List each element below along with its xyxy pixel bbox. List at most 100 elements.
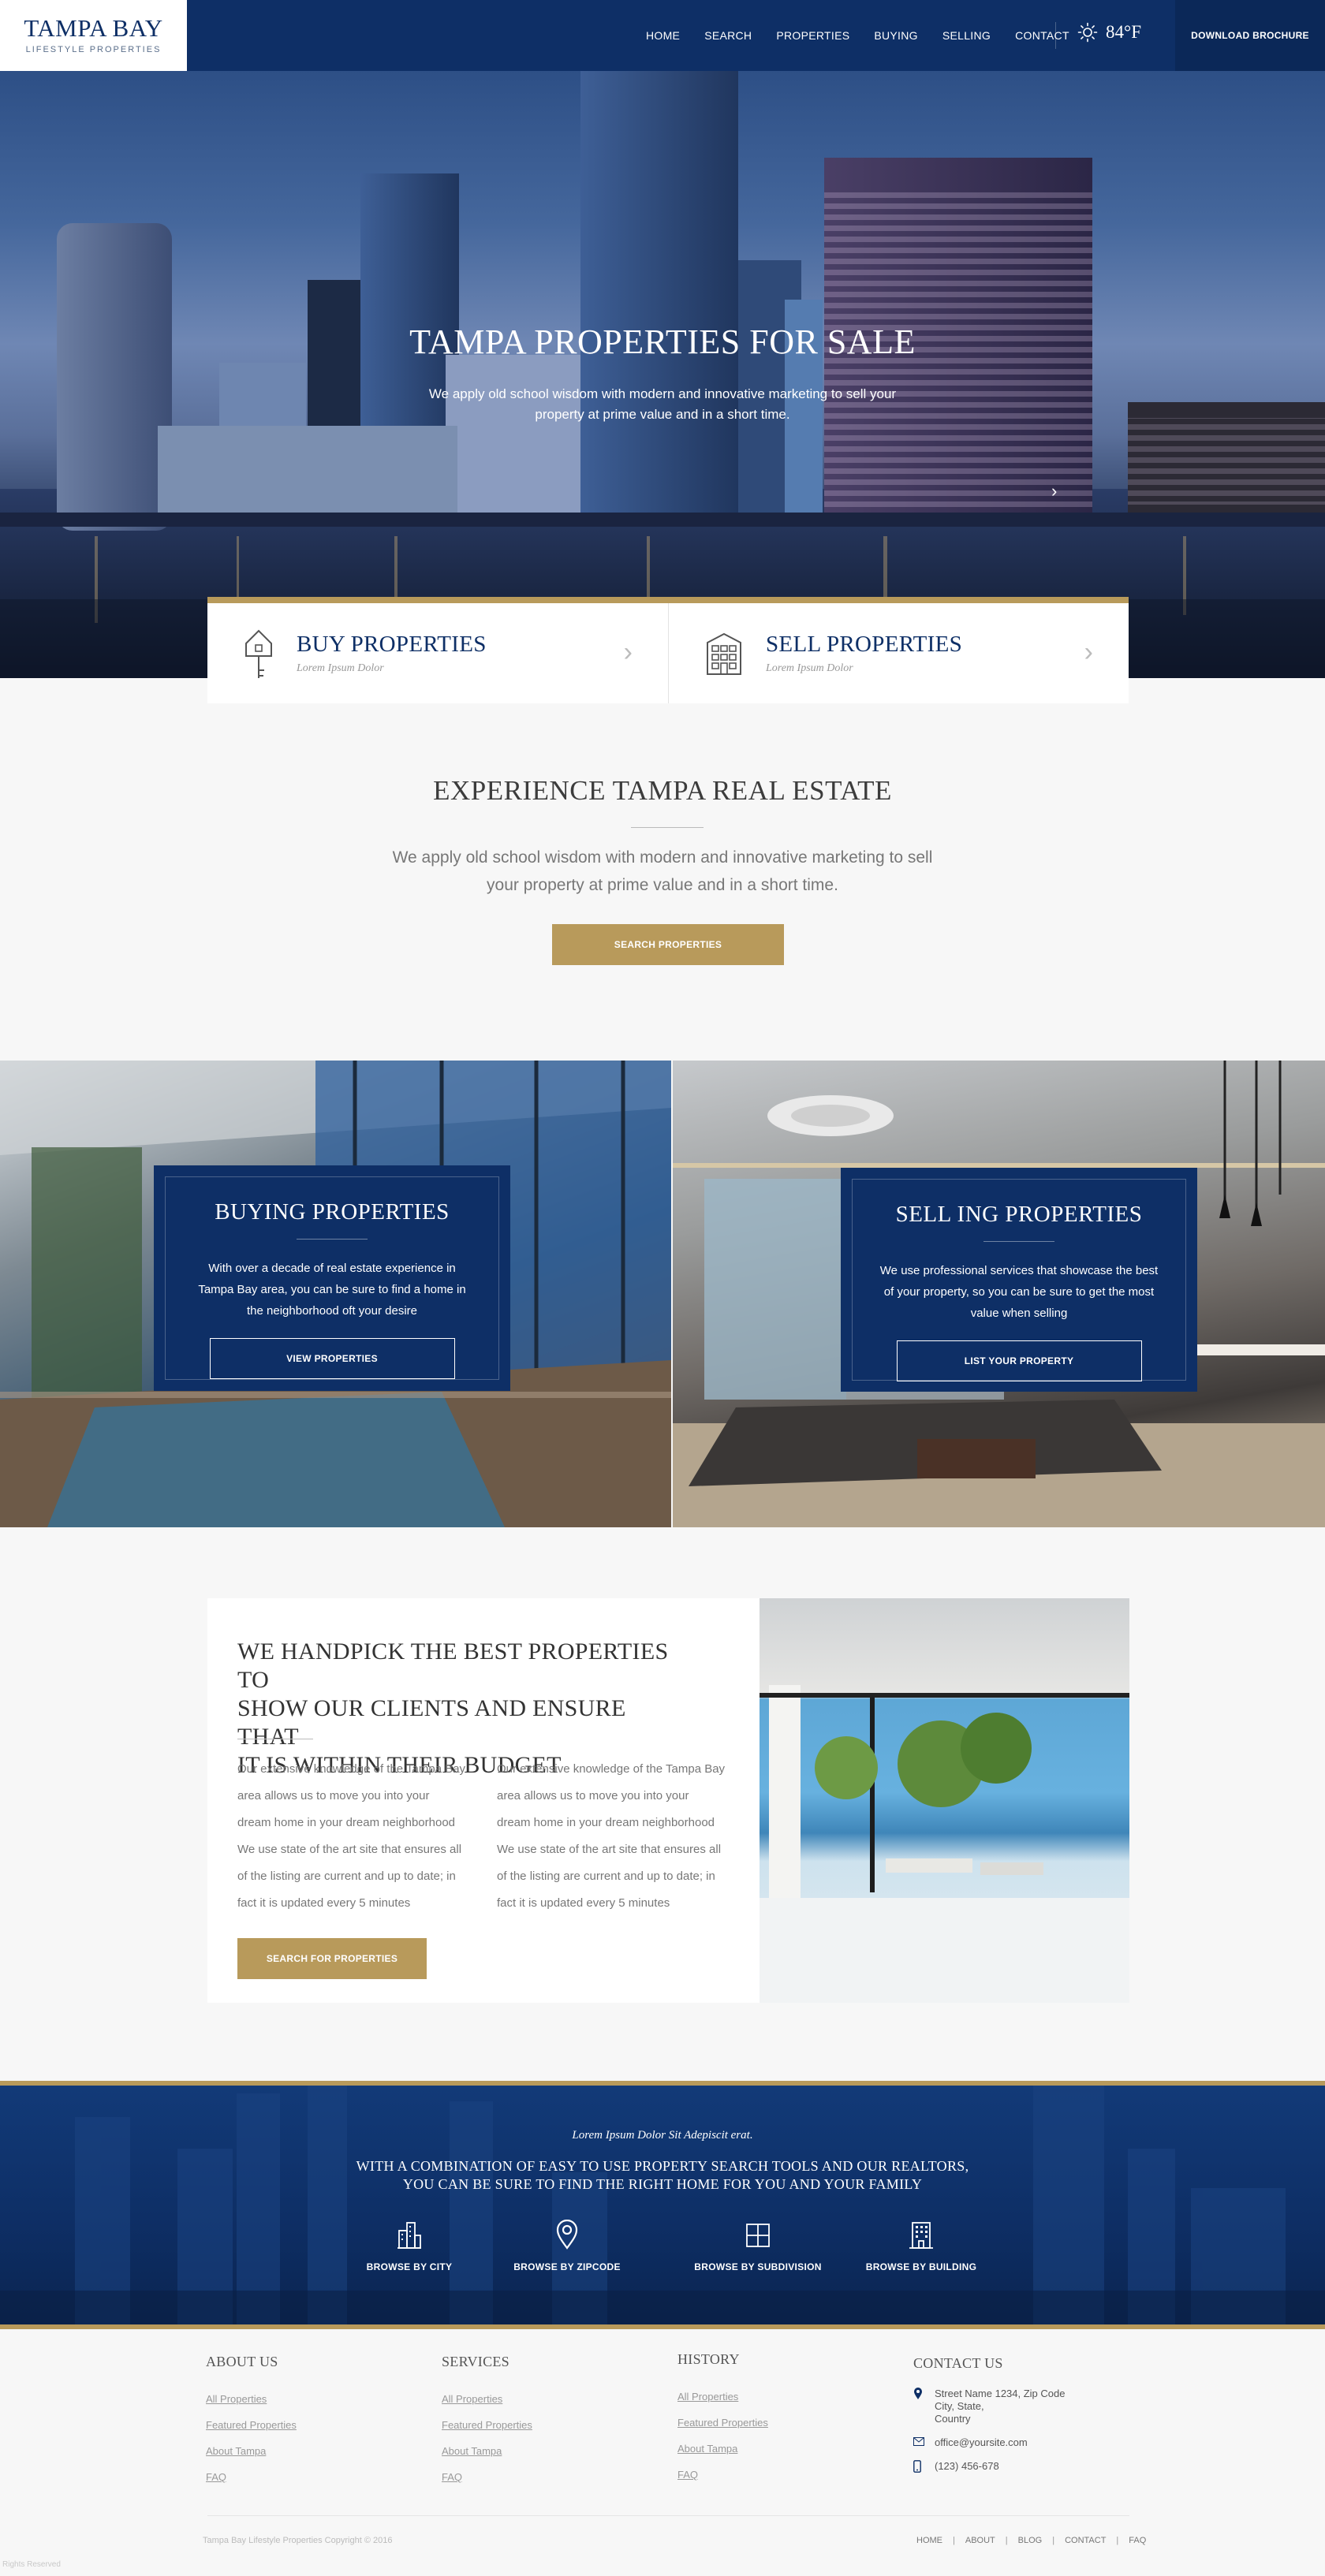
- nav-home[interactable]: HOME: [646, 29, 680, 42]
- band-title-line: YOU CAN BE SURE TO FIND THE RIGHT HOME F…: [402, 2176, 923, 2192]
- phone-icon: [913, 2460, 935, 2476]
- view-properties-button[interactable]: VIEW PROPERTIES: [209, 1338, 455, 1379]
- footer-history-heading: HISTORY: [677, 2351, 740, 2367]
- footer-link[interactable]: Featured Properties: [442, 2412, 532, 2438]
- copyright-text: Tampa Bay Lifestyle Properties Copyright…: [203, 2536, 393, 2545]
- footer-link[interactable]: Featured Properties: [677, 2410, 768, 2436]
- sell-properties-card[interactable]: SELL PROPERTIES Lorem Ipsum Dolor ›: [668, 603, 1129, 703]
- address-line: Street Name 1234, Zip Code: [935, 2388, 1066, 2399]
- selling-card-title: SELL ING PROPERTIES: [895, 1202, 1143, 1227]
- hero-skyline-image: [0, 71, 1325, 678]
- footer-link[interactable]: About Tampa: [677, 2436, 768, 2462]
- buying-card-title: BUYING PROPERTIES: [215, 1199, 450, 1225]
- handpick-paragraph: We use state of the art site that ensure…: [237, 1843, 462, 1910]
- browse-by-subdivision-button[interactable]: BROWSE BY SUBDIVISION: [679, 2220, 837, 2272]
- footer-nav-contact[interactable]: CONTACT: [1065, 2536, 1106, 2545]
- footer-services-heading: SERVICES: [442, 2354, 509, 2369]
- footer-link[interactable]: FAQ: [442, 2464, 532, 2490]
- slider-next-icon[interactable]: ›: [1051, 481, 1057, 501]
- footer-link[interactable]: About Tampa: [442, 2438, 532, 2464]
- nav-separator: |: [953, 2536, 955, 2545]
- selling-card: SELL ING PROPERTIES We use professional …: [841, 1168, 1197, 1392]
- footer-link[interactable]: About Tampa: [206, 2438, 297, 2464]
- footer-contact-column: CONTACT US Street Name 1234, Zip Code Ci…: [913, 2355, 1065, 2487]
- building-icon: [707, 632, 741, 675]
- buy-sell-strip: BUY PROPERTIES Lorem Ipsum Dolor › SELL …: [207, 597, 1129, 703]
- site-logo[interactable]: TAMPA BAY LIFESTYLE PROPERTIES: [0, 0, 187, 71]
- building-icon: [909, 2222, 933, 2249]
- ocean-view-image: [760, 1598, 1129, 2003]
- download-brochure-button[interactable]: DOWNLOAD BROCHURE: [1175, 0, 1325, 71]
- map-pin-icon: [556, 2219, 578, 2250]
- footer-divider: [207, 2515, 1129, 2516]
- card-divider: [297, 1239, 368, 1240]
- search-properties-button[interactable]: SEARCH PROPERTIES: [552, 924, 784, 965]
- browse-by-city-button[interactable]: BROWSE BY CITY: [330, 2220, 488, 2272]
- handpick-title-line: SHOW OUR CLIENTS AND ENSURE THAT: [237, 1695, 626, 1750]
- hero-banner: TAMPA PROPERTIES FOR SALE We apply old s…: [0, 71, 1325, 678]
- band-title-line: WITH A COMBINATION OF EASY TO USE PROPER…: [356, 2158, 969, 2174]
- nav-contact[interactable]: CONTACT: [1015, 29, 1069, 42]
- band-tagline: Lorem Ipsum Dolor Sit Adepiscit erat.: [572, 2129, 753, 2142]
- nav-separator: |: [1052, 2536, 1055, 2545]
- list-your-property-button[interactable]: LIST YOUR PROPERTY: [896, 1340, 1142, 1381]
- footer-link[interactable]: FAQ: [206, 2464, 297, 2490]
- buy-sell-panels: BUYING PROPERTIES With over a decade of …: [0, 1061, 1325, 1527]
- site-header: TAMPA BAY LIFESTYLE PROPERTIES HOME SEAR…: [0, 0, 1325, 71]
- footer-contact-heading: CONTACT US: [913, 2355, 1003, 2371]
- search-for-properties-button[interactable]: SEARCH FOR PROPERTIES: [237, 1938, 427, 1979]
- phone-number[interactable]: (123) 456-678: [935, 2460, 999, 2473]
- card-divider: [983, 1241, 1054, 1242]
- contact-phone: (123) 456-678: [913, 2460, 1065, 2476]
- footer-nav-faq[interactable]: FAQ: [1129, 2536, 1146, 2545]
- browse-by-building-button[interactable]: BROWSE BY BUILDING: [842, 2220, 1000, 2272]
- nav-selling[interactable]: SELLING: [942, 29, 991, 42]
- sun-icon: [1077, 22, 1098, 43]
- email-link[interactable]: office@yoursite.com: [935, 2436, 1028, 2449]
- footer-nav-home[interactable]: HOME: [916, 2536, 942, 2545]
- chevron-right-icon: ›: [1084, 637, 1093, 667]
- browse-by-building-label: BROWSE BY BUILDING: [865, 2261, 977, 2272]
- footer-link[interactable]: All Properties: [677, 2384, 768, 2410]
- handpick-column-2: Our extensive knowledge of the Tampa Bay…: [497, 1756, 726, 1917]
- browse-by-zipcode-button[interactable]: BROWSE BY ZIPCODE: [488, 2219, 646, 2272]
- buy-properties-card[interactable]: BUY PROPERTIES Lorem Ipsum Dolor ›: [207, 603, 668, 703]
- handpick-column-1: Our extensive knowledge of the Tampa Bay…: [237, 1756, 466, 1917]
- weather-widget: 84°F: [1077, 22, 1141, 43]
- grid-icon: [746, 2224, 770, 2247]
- experience-title: EXPERIENCE TAMPA REAL ESTATE: [433, 775, 892, 806]
- browse-band: Lorem Ipsum Dolor Sit Adepiscit erat. WI…: [0, 2081, 1325, 2329]
- footer-link[interactable]: All Properties: [442, 2386, 532, 2412]
- nav-properties[interactable]: PROPERTIES: [776, 29, 849, 42]
- footer-nav-blog[interactable]: BLOG: [1018, 2536, 1043, 2545]
- handpick-paragraph: We use state of the art site that ensure…: [497, 1843, 722, 1910]
- footer-about-column: ABOUT US All Properties Featured Propert…: [206, 2354, 297, 2490]
- logo-title: TAMPA BAY: [24, 14, 163, 42]
- main-nav: HOME SEARCH PROPERTIES BUYING SELLING CO…: [646, 0, 1094, 71]
- hero-title: TAMPA PROPERTIES FOR SALE: [409, 322, 916, 361]
- footer-link[interactable]: FAQ: [677, 2462, 768, 2488]
- footer-link[interactable]: Featured Properties: [206, 2412, 297, 2438]
- sell-properties-title: SELL PROPERTIES: [766, 632, 963, 657]
- address-line: Country: [935, 2413, 971, 2425]
- buy-properties-title: BUY PROPERTIES: [297, 632, 487, 657]
- site-footer: ABOUT US All Properties Featured Propert…: [0, 2334, 1325, 2576]
- location-pin-icon: [913, 2388, 935, 2403]
- logo-subtitle: LIFESTYLE PROPERTIES: [25, 45, 162, 54]
- buy-properties-subtitle: Lorem Ipsum Dolor: [297, 662, 384, 674]
- footer-services-column: SERVICES All Properties Featured Propert…: [442, 2354, 532, 2490]
- selling-card-text: We use professional services that showca…: [879, 1264, 1159, 1320]
- browse-by-city-label: BROWSE BY CITY: [366, 2261, 453, 2272]
- experience-divider: [631, 827, 704, 828]
- footer-link[interactable]: All Properties: [206, 2386, 297, 2412]
- nav-search[interactable]: SEARCH: [704, 29, 752, 42]
- nav-divider: [1055, 22, 1056, 49]
- address-line: City, State,: [935, 2400, 984, 2412]
- temperature: 84°F: [1106, 22, 1141, 42]
- footer-nav: HOME | ABOUT | BLOG | CONTACT | FAQ: [916, 2536, 1146, 2545]
- footer-nav-about[interactable]: ABOUT: [965, 2536, 995, 2545]
- hero-subtitle: We apply old school wisdom with modern a…: [428, 386, 897, 422]
- contact-address: Street Name 1234, Zip Code City, State, …: [913, 2388, 1065, 2425]
- nav-separator: |: [1116, 2536, 1119, 2545]
- nav-buying[interactable]: BUYING: [874, 29, 917, 42]
